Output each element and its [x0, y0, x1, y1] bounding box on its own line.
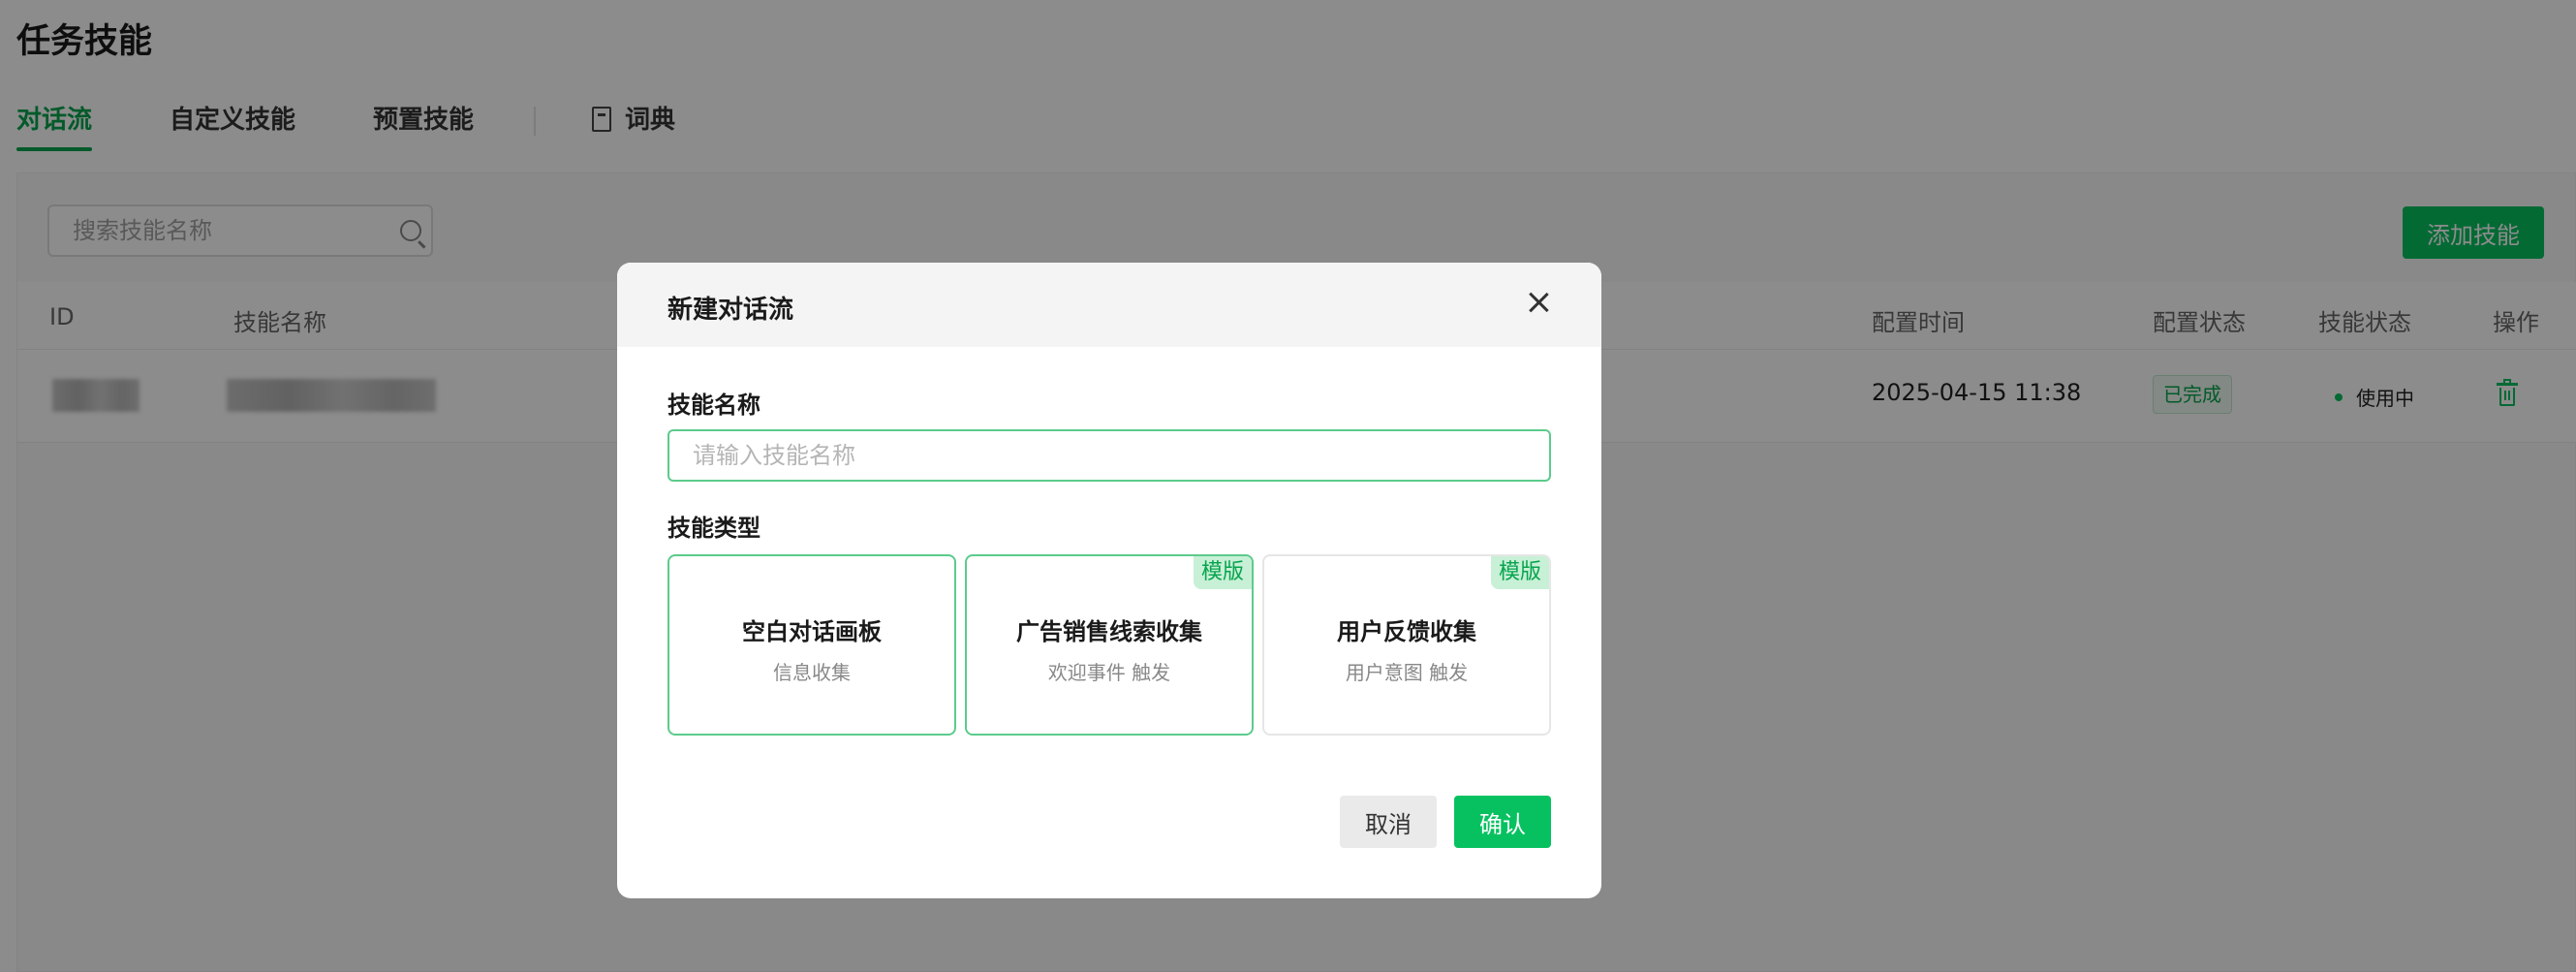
skill-type-label: 技能类型 [667, 515, 760, 542]
skill-name-input[interactable] [667, 429, 1551, 482]
type-card-user-feedback[interactable]: 模版 用户反馈收集 用户意图 触发 [1262, 554, 1551, 736]
template-badge: 模版 [1490, 556, 1549, 589]
type-card-title: 空白对话画板 [742, 618, 882, 645]
confirm-button[interactable]: 确认 [1454, 796, 1551, 848]
type-card-ad-leads[interactable]: 模版 广告销售线索收集 欢迎事件 触发 [965, 554, 1254, 736]
type-card-title: 用户反馈收集 [1337, 618, 1476, 645]
type-card-blank-canvas[interactable]: 空白对话画板 信息收集 [667, 554, 956, 736]
type-card-subtitle: 欢迎事件 触发 [1047, 661, 1171, 684]
new-dialog-flow-modal: 新建对话流 技能名称 技能类型 空白对话画板 信息收集 模版 广告销售线索收集 … [617, 263, 1601, 898]
type-card-title: 广告销售线索收集 [1016, 618, 1202, 645]
type-card-subtitle: 用户意图 触发 [1345, 661, 1469, 684]
cancel-button[interactable]: 取消 [1340, 796, 1437, 848]
close-icon[interactable] [1528, 292, 1549, 313]
modal-header: 新建对话流 [617, 263, 1601, 347]
type-card-subtitle: 信息收集 [773, 661, 851, 684]
template-badge: 模版 [1193, 556, 1252, 589]
modal-title: 新建对话流 [667, 296, 794, 325]
skill-name-label: 技能名称 [667, 392, 760, 419]
